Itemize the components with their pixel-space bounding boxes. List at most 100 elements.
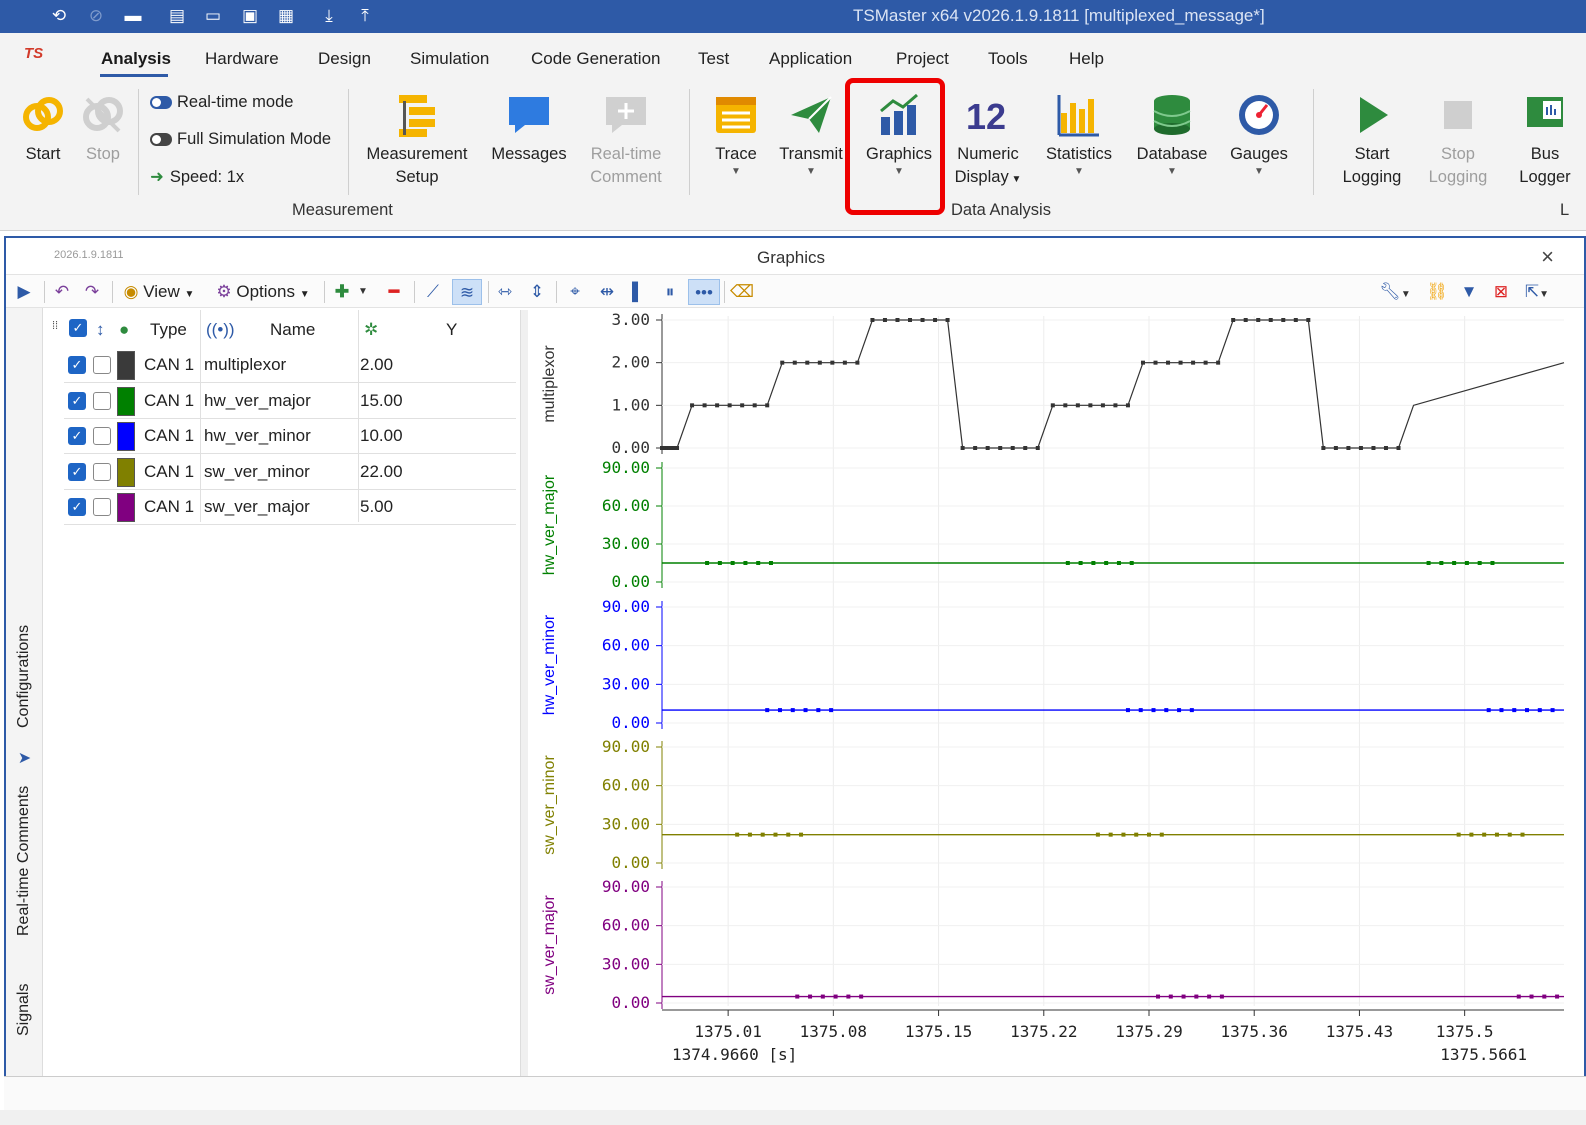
- visible-checkbox[interactable]: ✓: [68, 498, 86, 516]
- visible-checkbox[interactable]: ✓: [68, 462, 86, 481]
- fit-vertical-icon[interactable]: ⇕: [524, 279, 550, 305]
- color-swatch[interactable]: [117, 493, 135, 522]
- axis-checkbox[interactable]: [93, 498, 111, 516]
- chevron-down-icon[interactable]: ▼: [356, 279, 370, 305]
- color-column-icon[interactable]: ●: [119, 320, 129, 340]
- statistics-button[interactable]: Statistics ▼: [1041, 91, 1117, 178]
- show-points-icon[interactable]: •••: [688, 279, 720, 305]
- clear-window-icon[interactable]: ⊠: [1488, 279, 1514, 305]
- fit-horizontal-icon[interactable]: ⇿: [492, 279, 518, 305]
- axis-checkbox[interactable]: [93, 356, 111, 374]
- signal-grid: ⁞⁞ ✓ ↕ ● Type ((•)) Name ✲ Y ✓ CAN 1 multi…: [44, 310, 518, 1080]
- menu-simulation[interactable]: Simulation: [410, 49, 489, 69]
- y-column-header[interactable]: Y: [446, 320, 457, 340]
- trace-button[interactable]: Trace ▼: [704, 91, 768, 178]
- menu-hardware[interactable]: Hardware: [205, 49, 279, 69]
- cursor-crosshair-icon[interactable]: ⌖: [562, 279, 588, 305]
- pause-icon[interactable]: ⏸: [658, 279, 682, 305]
- realtime-mode-toggle[interactable]: Real-time mode: [150, 93, 293, 112]
- signal-row[interactable]: ✓ CAN 1 sw_ver_minor 22.00: [64, 455, 516, 490]
- chat-icon[interactable]: ▬: [122, 5, 144, 27]
- visible-checkbox[interactable]: ✓: [68, 356, 86, 374]
- axis-checkbox[interactable]: [93, 462, 111, 481]
- connect-icon[interactable]: ⟲: [48, 5, 70, 27]
- name-column-header[interactable]: Name: [270, 320, 315, 340]
- bus-logger-button[interactable]: Bus Logger: [1510, 91, 1580, 189]
- pin-icon[interactable]: ➤: [6, 748, 43, 768]
- speed-button[interactable]: ➜ Speed: 1x: [150, 167, 244, 187]
- numeric-display-button[interactable]: 12 Numeric Display ▼: [950, 91, 1026, 191]
- play-icon[interactable]: ▶: [12, 279, 36, 305]
- axis-checkbox[interactable]: [93, 427, 111, 445]
- start-logging-button[interactable]: Start Logging: [1330, 91, 1414, 189]
- link-icon[interactable]: ⛓: [1424, 279, 1450, 305]
- filter-icon[interactable]: ▼: [1456, 279, 1482, 305]
- gauges-button[interactable]: Gauges ▼: [1224, 91, 1294, 178]
- menu-code-generation[interactable]: Code Generation: [531, 49, 660, 69]
- wrench-icon[interactable]: 🔧︎▼: [1378, 279, 1412, 305]
- tab-configurations[interactable]: Configurations: [6, 608, 43, 768]
- color-swatch[interactable]: [117, 386, 135, 416]
- save-icon[interactable]: ▣: [239, 5, 261, 27]
- remove-signal-icon[interactable]: ━: [382, 279, 406, 305]
- visible-checkbox[interactable]: ✓: [68, 427, 86, 445]
- color-swatch[interactable]: [117, 351, 135, 380]
- menu-application[interactable]: Application: [769, 49, 852, 69]
- menu-help[interactable]: Help: [1069, 49, 1104, 69]
- menu-analysis[interactable]: Analysis: [101, 49, 171, 69]
- messages-button[interactable]: Messages: [487, 91, 571, 166]
- single-axis-icon[interactable]: ⟋: [420, 279, 446, 305]
- signal-column-icon[interactable]: ((•)): [206, 320, 235, 340]
- menu-project[interactable]: Project: [896, 49, 949, 69]
- open-folder-icon[interactable]: ▭: [202, 5, 224, 27]
- realtime-comment-button[interactable]: Real-time Comment: [584, 91, 668, 189]
- value-column-icon[interactable]: ✲: [364, 320, 378, 340]
- new-file-icon[interactable]: ▤: [166, 5, 188, 27]
- full-simulation-toggle[interactable]: Full Simulation Mode: [150, 130, 331, 149]
- app-logo[interactable]: TS: [24, 45, 43, 62]
- undo-icon[interactable]: ↶: [50, 279, 74, 305]
- view-menu-button[interactable]: ◉ View ▼: [118, 279, 200, 305]
- menu-design[interactable]: Design: [318, 49, 371, 69]
- chart-area[interactable]: 1375.01 1375.08 1375.15 1375.22 1375.29 1375.…: [532, 310, 1586, 1080]
- database-button[interactable]: Database ▼: [1134, 91, 1210, 178]
- save-as-icon[interactable]: ▦: [275, 5, 297, 27]
- cursor-bar-icon[interactable]: ▌: [626, 279, 650, 305]
- start-button[interactable]: Start: [18, 91, 68, 166]
- signal-row[interactable]: ✓ CAN 1 sw_ver_major 5.00: [64, 490, 516, 525]
- upload-icon[interactable]: ⤒: [354, 5, 376, 27]
- eraser-icon[interactable]: ⌫: [728, 279, 756, 305]
- options-menu-button[interactable]: ⚙ Options ▼: [208, 279, 318, 305]
- measurement-setup-button[interactable]: Measurement Setup: [362, 91, 472, 189]
- row-select-icon[interactable]: ⁞⁞: [52, 320, 58, 332]
- axis-checkbox[interactable]: [93, 391, 111, 410]
- color-swatch[interactable]: [117, 422, 135, 451]
- transmit-button[interactable]: Transmit ▼: [776, 91, 846, 178]
- type-column-header[interactable]: Type: [150, 320, 187, 340]
- signal-row[interactable]: ✓ CAN 1 hw_ver_minor 10.00: [64, 419, 516, 454]
- disconnect-icon[interactable]: ⊘: [85, 5, 107, 27]
- grid-scrollbar[interactable]: [520, 310, 528, 1080]
- close-icon[interactable]: ×: [1541, 244, 1554, 270]
- cursor-split-icon[interactable]: ⇹: [594, 279, 620, 305]
- tab-signals[interactable]: Signals: [6, 976, 43, 1066]
- stop-logging-button[interactable]: Stop Logging: [1418, 91, 1498, 189]
- chart-svg[interactable]: 1375.01 1375.08 1375.15 1375.22 1375.29 1375.…: [532, 310, 1582, 1080]
- signal-row[interactable]: ✓ CAN 1 hw_ver_major 15.00: [64, 384, 516, 419]
- menu-test[interactable]: Test: [698, 49, 729, 69]
- signal-value: 15.00: [360, 390, 403, 410]
- signal-row[interactable]: ✓ CAN 1 multiplexor 2.00: [64, 348, 516, 383]
- stop-button[interactable]: Stop: [78, 91, 128, 166]
- add-signal-icon[interactable]: ✚: [330, 279, 354, 305]
- visible-checkbox[interactable]: ✓: [68, 391, 86, 410]
- color-swatch[interactable]: [117, 457, 135, 487]
- menu-tools[interactable]: Tools: [988, 49, 1028, 69]
- export-icon[interactable]: ⇱▼: [1520, 279, 1554, 305]
- separate-axes-icon[interactable]: ≋: [452, 279, 482, 305]
- series-point: [1125, 403, 1130, 408]
- axis-column-icon[interactable]: ↕: [96, 320, 105, 340]
- download-icon[interactable]: ⤓: [318, 5, 340, 27]
- redo-icon[interactable]: ↷: [80, 279, 104, 305]
- tab-realtime-comments[interactable]: Real-time Comments: [6, 768, 43, 968]
- select-all-checkbox[interactable]: ✓: [69, 319, 87, 337]
